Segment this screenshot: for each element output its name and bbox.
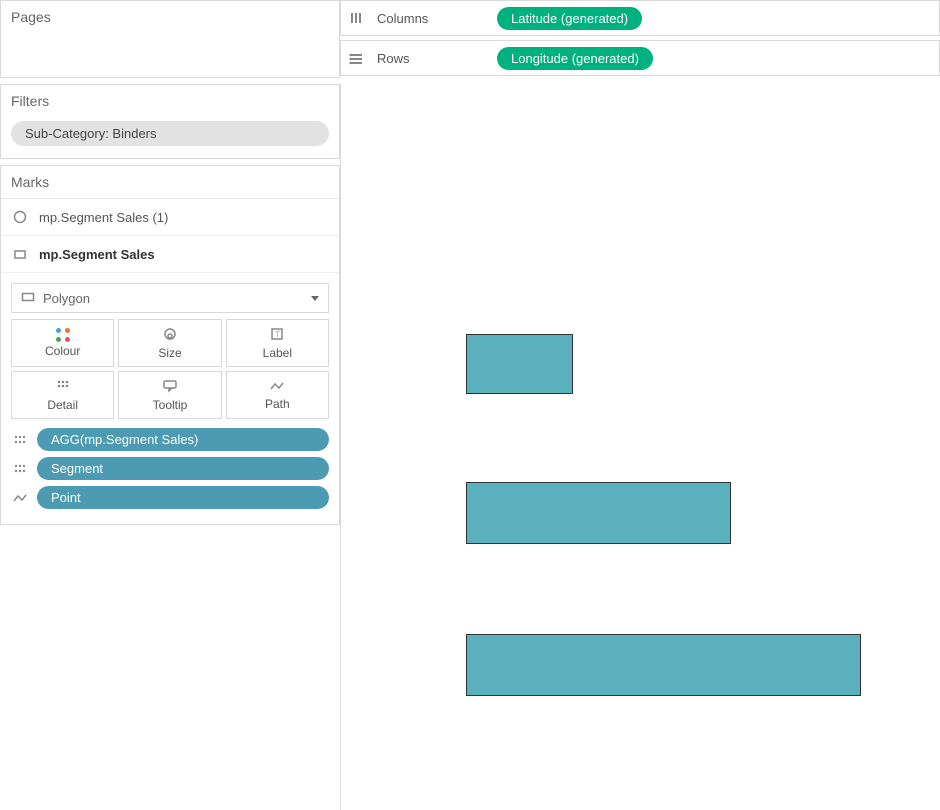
path-small-icon	[11, 493, 29, 503]
mark-pill-row-3[interactable]: Point	[1, 483, 339, 512]
polygon-small-icon	[21, 291, 35, 306]
mark-cell-label-label: Label	[263, 346, 292, 360]
mark-layer-1[interactable]: mp.Segment Sales (1)	[1, 199, 339, 236]
pages-panel: Pages	[0, 0, 340, 78]
viz-bar[interactable]	[466, 334, 573, 394]
viz-bar[interactable]	[466, 634, 861, 696]
colour-icon	[56, 328, 70, 342]
mark-pill-2[interactable]: Segment	[37, 457, 329, 480]
mark-cell-colour[interactable]: Colour	[11, 319, 114, 367]
rows-shelf[interactable]: Rows Longitude (generated)	[340, 40, 940, 76]
detail-small-icon	[11, 434, 29, 446]
pages-title: Pages	[1, 1, 339, 33]
detail-icon	[56, 379, 70, 396]
mark-pill-3[interactable]: Point	[37, 486, 329, 509]
viz-canvas	[341, 84, 940, 810]
columns-icon	[349, 11, 367, 25]
mark-layer-2-label: mp.Segment Sales	[39, 247, 155, 262]
filters-panel: Filters Sub-Category: Binders	[0, 84, 340, 159]
svg-text:T: T	[275, 330, 280, 339]
mark-pill-row-2[interactable]: Segment	[1, 454, 339, 483]
mark-cell-detail-label: Detail	[47, 398, 78, 412]
mark-cell-size-label: Size	[158, 346, 181, 360]
viz-bar[interactable]	[466, 482, 731, 544]
marks-panel: Marks mp.Segment Sales (1) mp.Segment Sa…	[0, 165, 340, 525]
rows-icon	[349, 51, 367, 65]
mark-type-label: Polygon	[43, 291, 90, 306]
columns-label: Columns	[377, 11, 487, 26]
mark-cell-label[interactable]: T Label	[226, 319, 329, 367]
rows-pill[interactable]: Longitude (generated)	[497, 47, 653, 70]
columns-pill[interactable]: Latitude (generated)	[497, 7, 642, 30]
size-icon	[162, 327, 178, 344]
mark-cell-tooltip[interactable]: Tooltip	[118, 371, 221, 419]
label-icon: T	[270, 327, 284, 344]
chevron-down-icon	[311, 296, 319, 301]
columns-shelf[interactable]: Columns Latitude (generated)	[340, 0, 940, 36]
rows-label: Rows	[377, 51, 487, 66]
viz-area[interactable]	[340, 84, 940, 810]
filters-title: Filters	[1, 85, 339, 117]
circle-icon	[11, 208, 29, 226]
mark-cell-path[interactable]: Path	[226, 371, 329, 419]
tooltip-icon	[162, 379, 178, 396]
filter-pill-subcategory[interactable]: Sub-Category: Binders	[11, 121, 329, 146]
polygon-icon	[11, 245, 29, 263]
mark-type-select[interactable]: Polygon	[11, 283, 329, 313]
path-icon	[269, 380, 285, 395]
marks-title: Marks	[1, 166, 339, 199]
mark-pill-1[interactable]: AGG(mp.Segment Sales)	[37, 428, 329, 451]
mark-cell-size[interactable]: Size	[118, 319, 221, 367]
mark-layer-1-label: mp.Segment Sales (1)	[39, 210, 168, 225]
mark-cell-colour-label: Colour	[45, 344, 80, 358]
mark-cell-tooltip-label: Tooltip	[153, 398, 188, 412]
mark-cell-path-label: Path	[265, 397, 290, 411]
mark-pill-row-1[interactable]: AGG(mp.Segment Sales)	[1, 425, 339, 454]
mark-layer-2[interactable]: mp.Segment Sales	[1, 236, 339, 273]
detail-small-icon-2	[11, 463, 29, 475]
mark-cell-detail[interactable]: Detail	[11, 371, 114, 419]
